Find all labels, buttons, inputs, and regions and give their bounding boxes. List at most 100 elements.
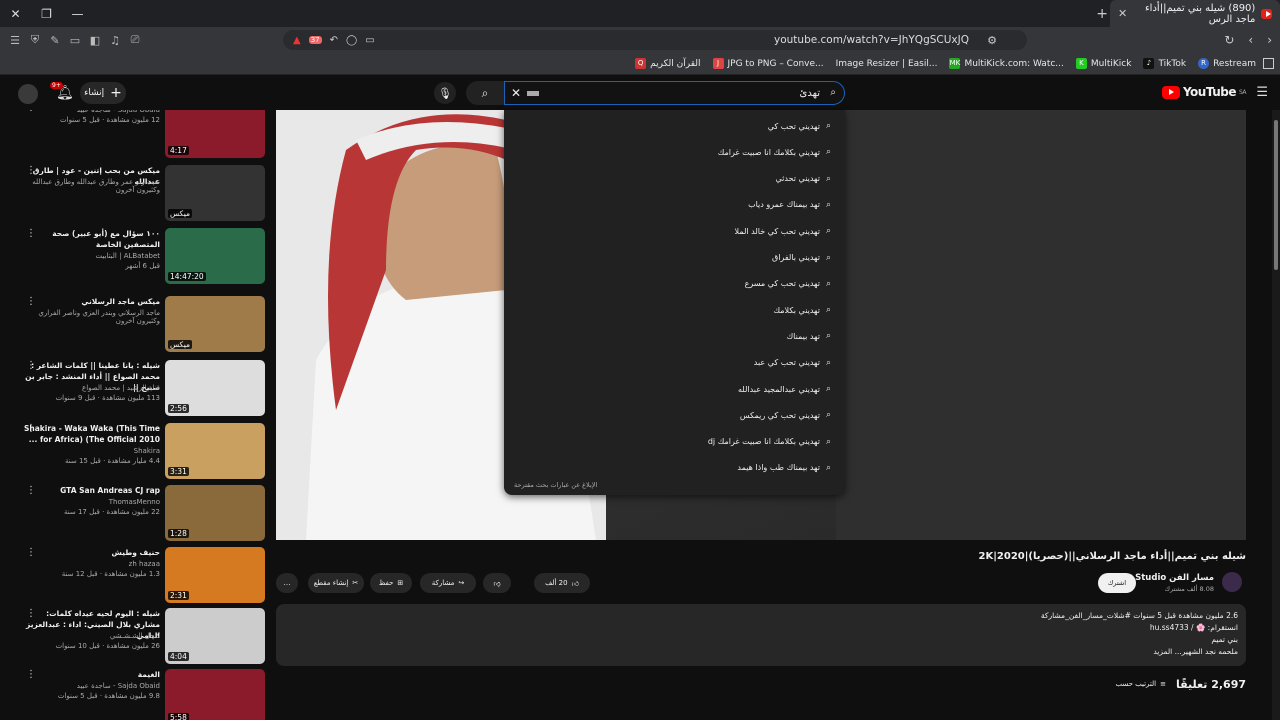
video-thumbnail[interactable]: 14:47:20	[165, 228, 265, 284]
apps-grid-icon[interactable]	[1263, 58, 1274, 69]
recommendation-item[interactable]: 4:17 Sajda Obaid - ساجدة عبيد 12 مليون مشا…	[0, 110, 270, 164]
browser-tab[interactable]: (890) شيله بني تميم||أداء ماجد الرس ✕	[1110, 0, 1280, 27]
more-options-icon[interactable]: ⋮	[26, 485, 36, 496]
video-thumbnail[interactable]: 4:04	[165, 608, 265, 664]
create-button[interactable]: إنشاء +	[80, 82, 126, 104]
extension-badge[interactable]: 37	[308, 36, 322, 44]
video-thumbnail[interactable]: ميكس	[165, 165, 265, 221]
new-tab-button[interactable]: +	[1096, 6, 1108, 22]
bookmark-image-resizer[interactable]: Image Resizer | Easil...	[836, 59, 938, 69]
music-icon[interactable]: ♫	[108, 33, 122, 47]
save-button[interactable]: ⊞ حفظ	[370, 573, 412, 593]
recommendation-title[interactable]: ميكس ماجد الرسلاني	[20, 296, 160, 307]
search-input[interactable]: ⌕ تهدئ ✕	[504, 81, 845, 105]
more-options-icon[interactable]: ⋮	[26, 423, 36, 434]
screenshot-icon[interactable]: ⎚	[128, 33, 142, 47]
share-button[interactable]: ↪ مشاركة	[420, 573, 476, 593]
video-thumbnail[interactable]: ميكس	[165, 296, 265, 352]
video-thumbnail[interactable]: 2:31	[165, 547, 265, 603]
chat-icon[interactable]: ◯	[346, 35, 357, 46]
wallet-icon[interactable]: ▭	[68, 33, 82, 47]
scrollbar[interactable]	[1272, 110, 1280, 720]
suggestion-item[interactable]: ⌕ تهديني بالفراق	[772, 249, 831, 267]
close-window-icon[interactable]: ✕	[0, 0, 31, 27]
suggestion-item[interactable]: ⌕ تهديني تحدثي	[776, 170, 832, 188]
channel-name[interactable]: مسار الفن Studio	[1135, 573, 1214, 583]
clear-search-icon[interactable]: ✕	[511, 86, 521, 100]
minimize-window-icon[interactable]: —	[62, 0, 93, 27]
recommendation-item[interactable]: 14:47:20 ١٠٠ سؤال مع (أبو عبير) صحة المتص…	[0, 228, 270, 290]
video-thumbnail[interactable]: 1:28	[165, 485, 265, 541]
suggestion-item[interactable]: ⌕ تهديني تحب كي ريمكس	[740, 406, 831, 424]
suggestion-item[interactable]: ⌕ تهديني تحب كي عبد	[754, 354, 831, 372]
recommendation-item[interactable]: 4:04 شيله : اليوم لحيه عيداه كلمات: مشاري…	[0, 608, 270, 670]
recommendation-item[interactable]: 5:58 الغيمة Sajda Obaid - ساجدة عبيد 9.8 مل…	[0, 669, 270, 720]
suggestion-item[interactable]: ⌕ تهديني عبدالمجيد عبدالله	[738, 380, 831, 398]
youtube-logo[interactable]: YouTube SA	[1161, 85, 1247, 99]
channel-avatar[interactable]	[1222, 572, 1242, 592]
dislike-button[interactable]: 👎︎	[483, 573, 511, 593]
warning-icon[interactable]: ▲	[293, 35, 301, 46]
more-options-icon[interactable]: ⋮	[26, 165, 36, 176]
shield-icon[interactable]: ⛨	[28, 33, 42, 47]
video-description[interactable]: 2.6 مليون مشاهدة قبل 5 سنوات #شلات_مسار_…	[276, 604, 1246, 666]
tab-close-icon[interactable]: ✕	[1118, 7, 1127, 20]
guide-menu-icon[interactable]: ☰	[1256, 85, 1268, 100]
suggestion-item[interactable]: ⌕ تهديني تحب كي خالد الملا	[735, 222, 831, 240]
menu-icon[interactable]: ☰	[8, 33, 22, 47]
back-icon[interactable]: ‹	[1248, 33, 1253, 47]
reload-icon[interactable]: ↻	[1224, 33, 1234, 47]
more-options-icon[interactable]: ⋮	[26, 669, 36, 680]
video-thumbnail[interactable]: 5:58	[165, 669, 265, 720]
suggestion-item[interactable]: ⌕ تهد بيمناك عمرو دياب	[748, 196, 831, 214]
search-button[interactable]: ⌕	[466, 81, 504, 105]
suggestion-item[interactable]: ⌕ تهديني تحب كي	[768, 117, 831, 135]
mic-icon[interactable]: 🎙︎	[434, 82, 456, 104]
bookmark-multikick[interactable]: K MultiKick	[1075, 58, 1131, 69]
recommendation-title[interactable]: GTA San Andreas CJ rap	[20, 485, 160, 496]
bookmark-tiktok[interactable]: ♪ TikTok	[1143, 58, 1186, 69]
avatar[interactable]	[18, 84, 38, 104]
suggestion-item[interactable]: ⌕ تهديني بكلامك انا صبيت غرامك	[718, 143, 831, 161]
recommendation-item[interactable]: 1:28 GTA San Andreas CJ rap ThomasMenno 22 …	[0, 485, 270, 547]
video-thumbnail[interactable]: 3:31	[165, 423, 265, 479]
clip-button[interactable]: ✂ إنشاء مقطع	[308, 573, 364, 593]
video-thumbnail[interactable]: 2:56	[165, 360, 265, 416]
bookmark-jpg-to-png[interactable]: J JPG to PNG – Conve...	[712, 58, 824, 69]
recommendation-item[interactable]: 2:56 شيله : يانا عطينا || كلمات الشاعر : …	[0, 360, 270, 422]
suggestion-item[interactable]: ⌕ تهديني بكلامك انا صبيت غرامك dj	[708, 433, 831, 451]
keyboard-icon[interactable]	[527, 91, 539, 96]
sort-button[interactable]: ≡ الترتيب حسب	[1115, 680, 1166, 688]
recommendation-title[interactable]: Shakira - Waka Waka (This Time for Afric…	[20, 423, 160, 445]
suggestion-item[interactable]: ⌕ تهديني بكلامك	[774, 301, 831, 319]
bell-icon[interactable]: 🔔︎	[56, 85, 74, 101]
bookmark-restream[interactable]: R Restream	[1198, 58, 1256, 69]
more-options-icon[interactable]: ⋮	[26, 296, 36, 307]
suggestion-item[interactable]: ⌕ تهد بيمناك	[787, 327, 831, 345]
restore-window-icon[interactable]: ❐	[31, 0, 62, 27]
recommendation-item[interactable]: ميكس ميكس ماجد الرسلاني ماجد الرسلاني وبند…	[0, 296, 270, 358]
report-suggestions-link[interactable]: الإبلاغ عن عبارات بحث مقترحة	[514, 481, 597, 489]
pen-icon[interactable]: ✎	[48, 33, 62, 47]
bookmark-quran[interactable]: Q القرآن الكريم	[635, 58, 701, 69]
forward-icon[interactable]: ›	[1267, 33, 1272, 47]
site-settings-icon[interactable]: ⚙	[987, 34, 997, 47]
recommendation-item[interactable]: 3:31 Shakira - Waka Waka (This Time for A…	[0, 423, 270, 485]
more-options-icon[interactable]: ⋮	[26, 547, 36, 558]
like-button[interactable]: 👍︎ 20 ألف	[534, 573, 590, 593]
more-options-icon[interactable]: ⋮	[26, 360, 36, 371]
more-options-icon[interactable]: ⋮	[26, 110, 36, 113]
bookmark-multikick-com[interactable]: MK MultiKick.com: Watc...	[949, 58, 1064, 69]
more-options-icon[interactable]: ⋮	[26, 228, 36, 239]
recommendation-title[interactable]: حنيف وطيش	[20, 547, 160, 558]
video-thumbnail[interactable]: 4:17	[165, 110, 265, 158]
address-bar[interactable]: ▲ 37 ↶ ◯ ▭ youtube.com/watch?v=JhYQgSCUx…	[283, 30, 1027, 50]
sidebar-icon[interactable]: ◧	[88, 33, 102, 47]
suggestion-item[interactable]: ⌕ تهد بيمناك طب واذا هيمد	[737, 459, 831, 477]
subscribe-button[interactable]: اشترك	[1098, 573, 1136, 593]
more-actions-button[interactable]: …	[276, 573, 298, 593]
recommendation-title[interactable]: الغيمة	[20, 669, 160, 680]
description-more[interactable]: ملحمه نجد الشهير... المزيد	[284, 646, 1238, 658]
back-arrow-icon[interactable]: ↶	[330, 35, 338, 46]
suggestion-item[interactable]: ⌕ تهديني تحب كي مسرع	[745, 275, 831, 293]
